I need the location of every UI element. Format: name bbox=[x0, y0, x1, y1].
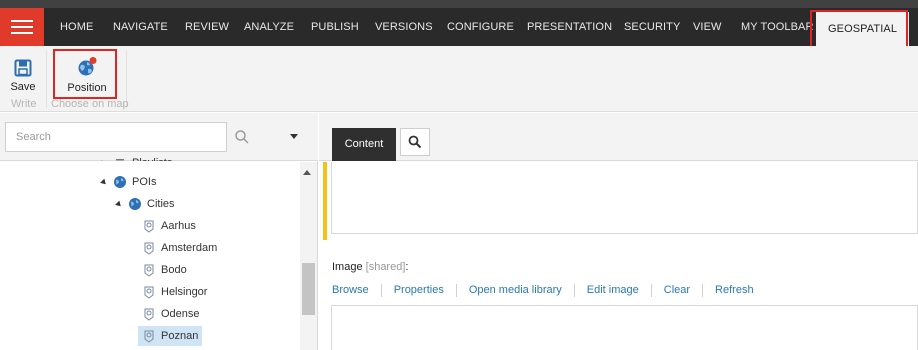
tree-scroll-clip bbox=[0, 161, 300, 169]
tab-publish[interactable]: PUBLISH bbox=[311, 8, 359, 46]
ribbon-group-divider bbox=[46, 50, 47, 108]
tree-item-label: POIs bbox=[132, 176, 157, 188]
tab-home[interactable]: HOME bbox=[60, 8, 93, 46]
window-top-strip bbox=[0, 0, 918, 8]
open-media-library-link[interactable]: Open media library bbox=[469, 284, 562, 296]
tab-view[interactable]: VIEW bbox=[693, 8, 722, 46]
edit-image-link[interactable]: Edit image bbox=[587, 284, 639, 296]
ribbon-panel bbox=[0, 46, 918, 112]
tree-item-cities[interactable]: Cities bbox=[115, 194, 175, 214]
label-colon: : bbox=[405, 261, 409, 273]
image-field[interactable] bbox=[331, 305, 918, 335]
map-pin-icon bbox=[144, 264, 154, 277]
save-label: Save bbox=[10, 81, 36, 93]
editor-search-button[interactable] bbox=[400, 128, 430, 156]
tab-my-toolbar[interactable]: MY TOOLBAR bbox=[741, 8, 814, 46]
save-icon bbox=[14, 59, 32, 77]
search-options-dropdown-icon[interactable] bbox=[290, 134, 298, 139]
map-pin-icon bbox=[144, 242, 154, 255]
tree-item-helsingor[interactable]: Helsingor bbox=[142, 282, 207, 302]
scrollbar-thumb[interactable] bbox=[302, 263, 315, 315]
tab-navigate[interactable]: NAVIGATE bbox=[113, 8, 168, 46]
scroll-up-arrow-icon[interactable] bbox=[303, 170, 311, 175]
tree-item-label: Bodo bbox=[161, 264, 187, 276]
text-field[interactable] bbox=[331, 162, 918, 234]
section-marker bbox=[323, 162, 327, 240]
browse-link[interactable]: Browse bbox=[332, 284, 369, 296]
image-field-preview[interactable] bbox=[331, 334, 918, 350]
expanded-arrow-icon[interactable] bbox=[115, 200, 123, 208]
properties-link[interactable]: Properties bbox=[394, 284, 444, 296]
action-divider bbox=[702, 283, 704, 297]
tab-configure[interactable]: CONFIGURE bbox=[447, 8, 514, 46]
position-button[interactable]: Position bbox=[62, 56, 112, 94]
tab-analyze[interactable]: ANALYZE bbox=[244, 8, 294, 46]
ribbon-group-write-label: Write bbox=[11, 98, 37, 110]
shared-badge: [shared] bbox=[365, 261, 406, 273]
globe-icon bbox=[114, 176, 126, 188]
refresh-link[interactable]: Refresh bbox=[715, 284, 754, 296]
map-pin-icon bbox=[144, 286, 154, 299]
image-field-label: Image [shared]: bbox=[332, 261, 408, 273]
tab-review[interactable]: REVIEW bbox=[185, 8, 229, 46]
globe-icon bbox=[129, 198, 141, 210]
tree-item-label: Poznan bbox=[161, 330, 199, 342]
search-input[interactable] bbox=[5, 122, 227, 152]
tree-item-label: Amsterdam bbox=[161, 242, 218, 254]
tree-item-label: Helsingor bbox=[161, 286, 208, 298]
tree-item-aarhus[interactable]: Aarhus bbox=[142, 216, 196, 236]
action-divider bbox=[455, 283, 457, 297]
tab-presentation[interactable]: PRESENTATION bbox=[527, 8, 612, 46]
ribbon-group-choose-on-map-label: Choose on map bbox=[51, 98, 129, 110]
tab-content[interactable]: Content bbox=[332, 128, 396, 161]
hamburger-menu-button[interactable] bbox=[0, 8, 44, 46]
action-divider bbox=[650, 283, 652, 297]
tab-geospatial[interactable]: GEOSPATIAL bbox=[816, 12, 910, 46]
tab-security[interactable]: SECURITY bbox=[624, 8, 680, 46]
action-divider bbox=[380, 283, 382, 297]
tree-item-poznan[interactable]: Poznan bbox=[138, 326, 203, 346]
tree-item-label: Odense bbox=[161, 308, 200, 320]
map-pin-icon bbox=[144, 330, 154, 343]
expanded-arrow-icon[interactable] bbox=[100, 178, 108, 186]
tab-versions[interactable]: VERSIONS bbox=[375, 8, 433, 46]
tree-scrollbar[interactable] bbox=[300, 162, 317, 350]
hamburger-icon bbox=[11, 20, 33, 34]
image-actions: Browse Properties Open media library Edi… bbox=[332, 283, 754, 297]
globe-pin-icon bbox=[78, 57, 97, 76]
search-icon bbox=[408, 135, 422, 149]
action-divider bbox=[573, 283, 575, 297]
tree-item-label: Cities bbox=[147, 198, 175, 210]
image-label-text: Image bbox=[332, 261, 363, 273]
tree-item-bodo[interactable]: Bodo bbox=[142, 260, 187, 280]
map-pin-icon bbox=[144, 308, 154, 321]
search-icon[interactable] bbox=[234, 129, 250, 145]
tree-item-amsterdam[interactable]: Amsterdam bbox=[142, 238, 217, 258]
tree-item-pois[interactable]: POIs bbox=[100, 172, 157, 192]
tree-item-label: Aarhus bbox=[161, 220, 196, 232]
position-label: Position bbox=[67, 82, 107, 94]
clear-link[interactable]: Clear bbox=[664, 284, 690, 296]
map-pin-icon bbox=[144, 220, 154, 233]
tree-item-odense[interactable]: Odense bbox=[142, 304, 200, 324]
save-button[interactable]: Save bbox=[8, 59, 38, 93]
